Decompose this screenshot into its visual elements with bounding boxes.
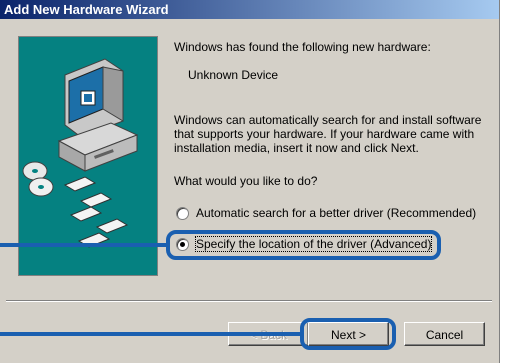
option-automatic-label[interactable]: Automatic search for a better driver (Re… [196,206,476,220]
description-line-2: that supports your hardware. If your har… [174,127,475,141]
callout-line-specify [0,243,168,247]
wizard-window: Add New Hardware Wizard Windows has foun… [0,0,500,363]
description-line-3: installation media, insert it now and cl… [174,141,419,155]
found-hardware-text: Windows has found the following new hard… [174,40,431,54]
highlight-next-button [300,318,396,350]
computer-icon [57,58,139,172]
callout-line-next [0,332,302,336]
wizard-side-panel [18,36,158,276]
window-title: Add New Hardware Wizard [4,2,169,17]
floppy-disk-icon [63,176,129,248]
hardware-illustration [22,58,139,248]
option-automatic-search[interactable]: Automatic search for a better driver (Re… [174,206,494,222]
radio-automatic[interactable] [176,207,189,220]
question-text: What would you like to do? [174,174,318,188]
button-separator [6,300,492,302]
title-bar: Add New Hardware Wizard [0,0,499,19]
cancel-button[interactable]: Cancel [404,322,485,346]
highlight-specify-option [166,230,441,260]
cd-disc-icon [22,161,54,197]
description-line-1: Windows can automatically search for and… [174,113,482,127]
device-name: Unknown Device [188,68,279,82]
